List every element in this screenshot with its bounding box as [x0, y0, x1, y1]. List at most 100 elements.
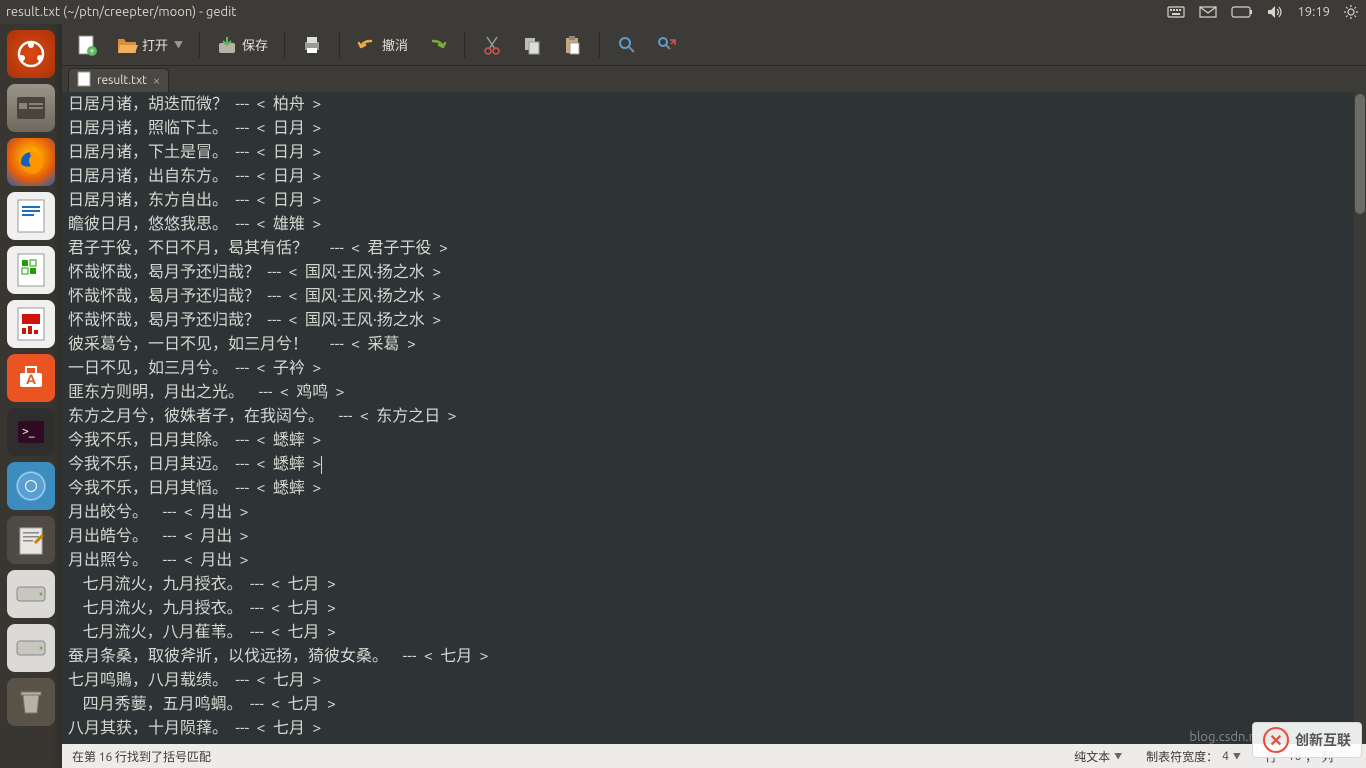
separator: [284, 32, 285, 58]
firefox-icon[interactable]: [7, 138, 55, 186]
paste-icon: [561, 34, 583, 56]
editor-line[interactable]: 怀哉怀哉，曷月予还归哉？ --- < 国风·王风·扬之水 >: [68, 260, 1360, 284]
save-button[interactable]: 保存: [210, 30, 274, 60]
editor-line[interactable]: 东方之月兮，彼姝者子，在我闼兮。 --- < 东方之日 >: [68, 404, 1360, 428]
editor-line[interactable]: 七月流火，九月授衣。 --- < 七月 >: [68, 572, 1360, 596]
chevron-down-icon: ▼: [174, 38, 183, 51]
editor-line[interactable]: 瞻彼日月，悠悠我思。 --- < 雄雉 >: [68, 212, 1360, 236]
separator: [339, 32, 340, 58]
cut-icon: [481, 34, 503, 56]
paste-button[interactable]: [555, 30, 589, 60]
keyboard-icon[interactable]: [1167, 5, 1185, 19]
editor-line[interactable]: 月出照兮。 --- < 月出 >: [68, 548, 1360, 572]
mail-icon[interactable]: [1199, 5, 1217, 19]
replace-button[interactable]: [650, 30, 684, 60]
svg-text:>_: >_: [22, 425, 35, 438]
window-title: result.txt (~/ptn/creepter/moon) - gedit: [6, 5, 236, 19]
print-icon: [301, 34, 323, 56]
chromium-icon[interactable]: [7, 462, 55, 510]
editor-line[interactable]: 七月流火，九月授衣。 --- < 七月 >: [68, 596, 1360, 620]
libreoffice-writer-icon[interactable]: [7, 192, 55, 240]
redo-button[interactable]: [420, 30, 454, 60]
editor-line[interactable]: 月出皎兮。 --- < 月出 >: [68, 500, 1360, 524]
editor-line[interactable]: 日居月诸，照临下土。 --- < 日月 >: [68, 116, 1360, 140]
disk1-icon[interactable]: [7, 570, 55, 618]
undo-label: 撤消: [382, 35, 408, 54]
editor-line[interactable]: 四月秀葽，五月鸣蜩。 --- < 七月 >: [68, 692, 1360, 716]
gedit-icon[interactable]: [7, 516, 55, 564]
redo-icon: [426, 34, 448, 56]
close-icon[interactable]: ×: [153, 74, 160, 88]
cut-button[interactable]: [475, 30, 509, 60]
search-button[interactable]: [610, 30, 644, 60]
clock[interactable]: 19:19: [1297, 5, 1330, 19]
trash-icon[interactable]: [7, 678, 55, 726]
open-label: 打开: [142, 35, 168, 54]
editor-line[interactable]: 怀哉怀哉，曷月予还归哉？ --- < 国风·王风·扬之水 >: [68, 284, 1360, 308]
volume-icon[interactable]: [1267, 5, 1283, 19]
svg-text:+: +: [89, 45, 95, 56]
dash-icon[interactable]: [7, 30, 55, 78]
svg-text:A: A: [26, 371, 36, 387]
file-icon: [77, 71, 91, 90]
editor-line[interactable]: 日居月诸，胡迭而微？ --- < 柏舟 >: [68, 92, 1360, 116]
tabwidth-selector[interactable]: 制表符宽度：4▼: [1134, 748, 1253, 765]
editor-line[interactable]: 蚕月条桑，取彼斧斨，以伐远扬，猗彼女桑。 --- < 七月 >: [68, 644, 1360, 668]
replace-icon: [656, 34, 678, 56]
battery-icon[interactable]: [1231, 6, 1253, 18]
menubar: result.txt (~/ptn/creepter/moon) - gedit…: [0, 0, 1366, 24]
separator: [199, 32, 200, 58]
syntax-selector[interactable]: 纯文本▼: [1062, 748, 1134, 765]
gear-icon[interactable]: [1344, 5, 1358, 19]
editor-line[interactable]: 八月其获，十月陨萚。 --- < 七月 >: [68, 716, 1360, 740]
new-file-icon: +: [76, 34, 98, 56]
ubuntu-software-icon[interactable]: A: [7, 354, 55, 402]
editor-line[interactable]: 彼采葛兮，一日不见，如三月兮！ --- < 采葛 >: [68, 332, 1360, 356]
undo-icon: [356, 34, 378, 56]
scrollbar-thumb[interactable]: [1355, 94, 1365, 214]
terminal-icon[interactable]: >_: [7, 408, 55, 456]
print-button[interactable]: [295, 30, 329, 60]
new-button[interactable]: +: [70, 30, 104, 60]
separator: [599, 32, 600, 58]
system-indicators[interactable]: 19:19: [1167, 5, 1358, 19]
editor-line[interactable]: 月出皓兮。 --- < 月出 >: [68, 524, 1360, 548]
editor-line[interactable]: 一日不见，如三月兮。 --- < 子衿 >: [68, 356, 1360, 380]
undo-button[interactable]: 撤消: [350, 30, 414, 60]
editor-line[interactable]: 今我不乐，日月其慆。 --- < 蟋蟀 >: [68, 476, 1360, 500]
statusbar: 在第 16 行找到了括号匹配 纯文本▼ 制表符宽度：4▼ 行 16，列: [62, 744, 1366, 768]
editor-line[interactable]: 匪东方则明，月出之光。 --- < 鸡鸣 >: [68, 380, 1360, 404]
editor-line[interactable]: 日居月诸，下土是冒。 --- < 日月 >: [68, 140, 1360, 164]
editor-area[interactable]: 日居月诸，胡迭而微？ --- < 柏舟 >日居月诸，照临下土。 --- < 日月…: [62, 92, 1366, 744]
copy-button[interactable]: [515, 30, 549, 60]
file-tab[interactable]: result.txt ×: [68, 68, 169, 92]
open-button[interactable]: 打开 ▼: [110, 30, 189, 60]
editor-line[interactable]: 七月流火，八月萑苇。 --- < 七月 >: [68, 620, 1360, 644]
editor-line[interactable]: 今我不乐，日月其除。 --- < 蟋蟀 >: [68, 428, 1360, 452]
save-label: 保存: [242, 35, 268, 54]
files-icon[interactable]: [7, 84, 55, 132]
editor-line[interactable]: 今我不乐，日月其迈。 --- < 蟋蟀 >: [68, 452, 1360, 476]
watermark: ✕ 创新互联: [1252, 722, 1362, 758]
status-message: 在第 16 行找到了括号匹配: [72, 748, 1062, 765]
editor-line[interactable]: 日居月诸，出自东方。 --- < 日月 >: [68, 164, 1360, 188]
chevron-down-icon: ▼: [1233, 751, 1241, 762]
libreoffice-impress-icon[interactable]: [7, 300, 55, 348]
tab-filename: result.txt: [97, 74, 147, 87]
vertical-scrollbar[interactable]: [1354, 92, 1366, 744]
copy-icon: [521, 34, 543, 56]
disk2-icon[interactable]: [7, 624, 55, 672]
toolbar: + 打开 ▼ 保存 撤消: [62, 24, 1366, 66]
separator: [464, 32, 465, 58]
chevron-down-icon: ▼: [1114, 751, 1122, 762]
tabbar: result.txt ×: [62, 66, 1366, 92]
libreoffice-calc-icon[interactable]: [7, 246, 55, 294]
search-icon: [616, 34, 638, 56]
editor-line[interactable]: 君子于役，不日不月，曷其有佸？ --- < 君子于役 >: [68, 236, 1360, 260]
editor-line[interactable]: 日居月诸，东方自出。 --- < 日月 >: [68, 188, 1360, 212]
watermark-text: 创新互联: [1295, 730, 1351, 750]
watermark-url: blog.csdn.n: [1189, 730, 1256, 744]
editor-line[interactable]: 七月鸣鵙，八月载绩。 --- < 七月 >: [68, 668, 1360, 692]
open-icon: [116, 34, 138, 56]
editor-line[interactable]: 怀哉怀哉，曷月予还归哉？ --- < 国风·王风·扬之水 >: [68, 308, 1360, 332]
